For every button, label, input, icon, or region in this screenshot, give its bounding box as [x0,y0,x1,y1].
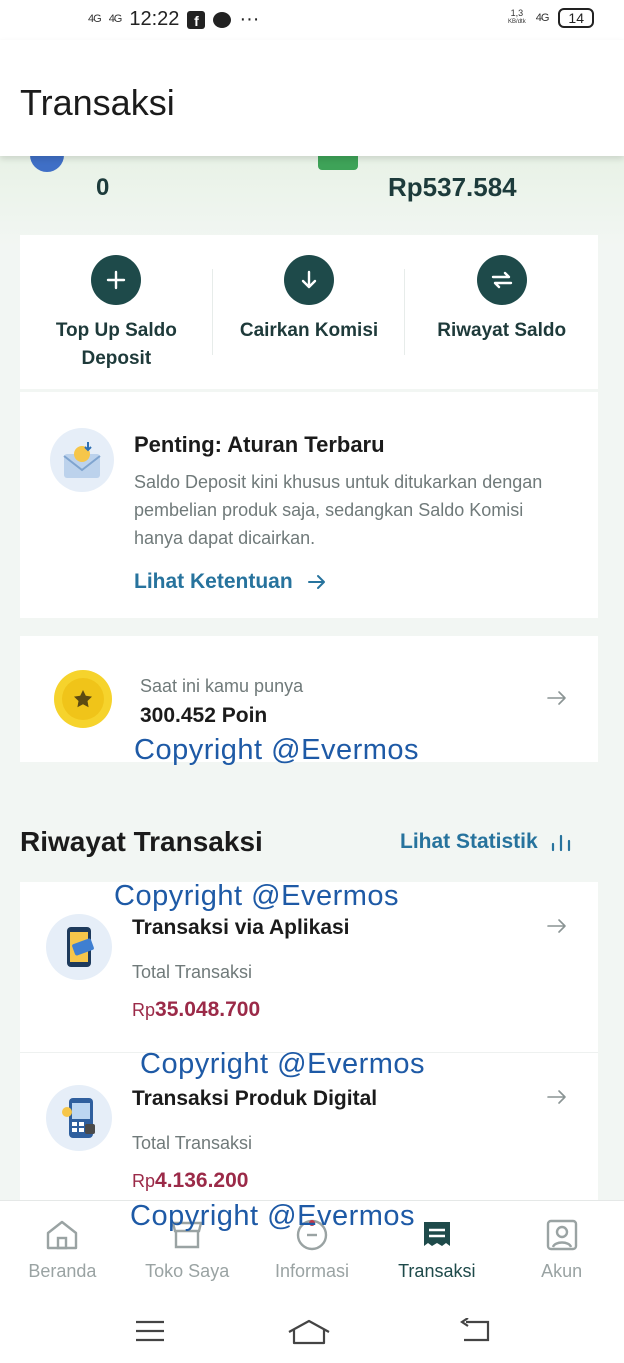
facebook-icon: f [187,10,206,29]
top-up-deposit-button[interactable]: Top Up Saldo Deposit [20,235,213,389]
signal-1-indicator: 4G [88,13,102,25]
app-header: Transaksi [0,40,624,156]
system-navigation [0,1298,624,1363]
points-label: Saat ini kamu punya [140,676,304,696]
transaction-amount: Rp35.048.700 [132,998,261,1021]
arrow-right-icon [547,1090,566,1104]
view-terms-label: Lihat Ketentuan [134,570,293,593]
watermark: Copyright @Evermos [130,1200,416,1232]
nav-label: Transaksi [398,1261,476,1281]
arrow-right-icon [307,575,325,589]
notice-envelope-icon [50,428,114,492]
view-statistics-label: Lihat Statistik [400,830,538,853]
watermark: Copyright @Evermos [134,734,420,766]
balance-actions: Top Up Saldo Deposit Cairkan Komisi Riwa… [20,235,598,389]
watermark: Copyright @Evermos [114,880,400,912]
status-time: 12:22 [129,8,180,30]
back-icon[interactable] [458,1318,492,1344]
home-button-icon[interactable] [286,1318,332,1346]
balance-right-value: Rp537.584 [388,172,517,202]
view-statistics-link[interactable]: Lihat Statistik [400,830,572,854]
balance-left-value: 0 [96,174,110,201]
transaction-title: Transaksi via Aplikasi [132,916,350,939]
transaction-amount: Rp4.136.200 [132,1169,249,1192]
view-terms-link[interactable]: Lihat Ketentuan [134,570,327,594]
status-bar: 4G 4G 12:22 f ··· 1,3 KB/dtk 4G 14 [0,0,624,40]
watermark: Copyright @Evermos [140,1048,426,1080]
plus-icon [91,255,142,305]
points-value: 300.452 Poin [140,704,268,727]
balance-history-button[interactable]: Riwayat Saldo [405,235,598,389]
action-label: Top Up Saldo Deposit [55,320,177,369]
transaction-label: Total Transaksi [132,962,253,982]
swap-icon [476,255,527,305]
net-speed: 1,3 KB/dtk [508,8,526,26]
message-icon [213,11,232,28]
nav-item-akun[interactable]: Akun [499,1201,624,1299]
network-indicator: 4G [535,11,550,24]
arrow-right-icon [547,919,566,933]
coin-star-icon [54,670,112,728]
background-decoration [0,156,624,246]
arrow-down-icon [284,255,334,305]
notice-body: Saldo Deposit kini khusus untuk ditukark… [134,472,543,548]
withdraw-commission-button[interactable]: Cairkan Komisi [213,235,406,389]
menu-icon[interactable] [134,1318,166,1344]
action-label: Riwayat Saldo [437,320,567,341]
account-icon [544,1217,580,1253]
page-title: Transaksi [20,82,175,123]
transaction-title: Transaksi Produk Digital [132,1087,378,1110]
status-more: ··· [239,8,260,30]
bar-chart-icon [551,834,570,852]
arrow-right-icon [547,691,566,705]
status-right: 1,3 KB/dtk 4G 14 [508,8,594,28]
transaction-label: Total Transaksi [132,1133,253,1153]
action-label: Cairkan Komisi [239,320,379,341]
notice-card: Penting: Aturan Terbaru Saldo Deposit ki… [20,392,598,618]
digital-product-icon [46,1085,112,1151]
battery-icon: 14 [558,8,594,28]
transaction-icon [419,1217,455,1253]
signal-2-indicator: 4G [108,13,123,25]
nav-label: Akun [541,1261,583,1281]
home-icon [44,1217,80,1253]
transaction-list: Transaksi via Aplikasi Total Transaksi R… [20,882,598,1200]
phone-card-icon [46,914,112,980]
status-left: 4G 4G 12:22 f ··· [88,8,259,31]
nav-label: Beranda [28,1261,97,1281]
nav-label: Toko Saya [145,1261,230,1281]
nav-item-beranda[interactable]: Beranda [0,1201,125,1299]
notice-title: Penting: Aturan Terbaru [134,432,385,457]
nav-label: Informasi [274,1261,349,1281]
transaction-history-title: Riwayat Transaksi [20,826,263,857]
